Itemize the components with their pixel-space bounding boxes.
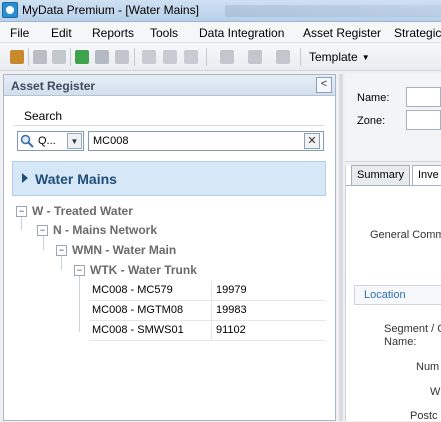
result-value: 19979 <box>216 284 247 296</box>
details-tab-area: Summary Inve General Comme Location Segm… <box>345 165 441 422</box>
asset-wizard-icon[interactable] <box>10 50 24 64</box>
database-icon[interactable] <box>220 50 234 64</box>
postcode-label: Postc <box>410 410 438 422</box>
result-value: 91102 <box>216 324 246 336</box>
delete-icon[interactable] <box>115 50 129 64</box>
column-divider <box>211 321 212 341</box>
menu-edit[interactable]: Edit <box>51 26 72 40</box>
details-header-form: Name: Zone: <box>345 74 441 162</box>
search-label: Search <box>24 109 63 123</box>
result-id: MC008 - MGTM08 <box>92 304 184 316</box>
segment-label: Segment / G <box>384 323 441 335</box>
window-title: MyData Premium - [Water Mains] <box>22 3 199 17</box>
collapse-toggle-icon[interactable]: − <box>74 265 85 276</box>
search-input[interactable] <box>88 131 324 151</box>
location-section-label: Location <box>364 289 406 301</box>
link-icon[interactable] <box>142 50 156 64</box>
result-row[interactable]: MC008 - SMWS01 91102 <box>89 321 326 341</box>
search-type-value: Q... <box>38 135 56 147</box>
menu-reports[interactable]: Reports <box>92 26 134 40</box>
new-record-icon[interactable] <box>75 50 89 64</box>
tab-underline <box>346 185 441 186</box>
panel-splitter[interactable] <box>339 74 343 421</box>
menu-data-integration[interactable]: Data Integration <box>199 26 284 40</box>
blurred-title-area <box>225 5 441 17</box>
zone-label: Zone: <box>357 115 386 127</box>
asset-register-panel: Asset Register < Search Q... ▼ ✕ Water M… <box>3 74 336 421</box>
dropdown-arrow-icon: ▼ <box>361 53 370 62</box>
collapse-panel-button[interactable]: < <box>316 77 332 93</box>
name-label: Name: <box>357 92 390 104</box>
column-divider <box>211 301 212 321</box>
split-icon[interactable] <box>184 50 198 64</box>
toolbar-separator <box>134 48 135 66</box>
category-title: Water Mains <box>35 171 117 187</box>
general-comments-label: General Comme <box>370 229 441 241</box>
search-divider <box>14 125 324 126</box>
expand-arrow-icon <box>22 173 28 183</box>
tree-node-label: WMN - Water Main <box>72 243 177 257</box>
category-header-water-mains[interactable]: Water Mains <box>12 161 326 196</box>
title-bar: MyData Premium - [Water Mains] <box>0 0 441 22</box>
asset-register-header: Asset Register < <box>4 75 335 96</box>
template-dropdown[interactable]: Template ▼ <box>309 50 370 64</box>
menu-file[interactable]: File <box>10 26 29 40</box>
result-value: 19983 <box>216 304 247 316</box>
tree-node-label: W - Treated Water <box>32 204 133 218</box>
print-icon[interactable] <box>33 50 47 64</box>
column-divider <box>211 281 212 301</box>
w-label: W <box>430 386 441 398</box>
zone-field[interactable] <box>406 110 441 130</box>
tree-node-label: WTK - Water Trunk <box>90 263 197 277</box>
tree-connector <box>79 272 80 332</box>
panel-title: Asset Register <box>11 79 96 93</box>
menu-asset-register[interactable]: Asset Register <box>303 26 381 40</box>
toolbar: Template ▼ <box>0 43 441 71</box>
menu-bar: File Edit Reports Tools Data Integration… <box>0 22 441 43</box>
result-id: MC008 - MC579 <box>92 284 173 296</box>
stamp-icon[interactable] <box>248 50 262 64</box>
result-row[interactable]: MC008 - MGTM08 19983 <box>89 301 326 321</box>
toolbar-separator <box>206 48 207 66</box>
menu-strategic[interactable]: Strategic <box>394 26 441 40</box>
tree-node-label: N - Mains Network <box>53 223 158 237</box>
location-section-header[interactable]: Location <box>354 285 441 305</box>
tab-inventory[interactable]: Inve <box>412 165 441 186</box>
collapse-toggle-icon[interactable]: − <box>16 206 27 217</box>
result-row[interactable]: MC008 - MC579 19979 <box>89 281 326 301</box>
app-logo-icon <box>2 2 18 18</box>
result-id: MC008 - SMWS01 <box>92 324 184 336</box>
toolbar-separator <box>28 48 29 66</box>
search-icon <box>20 134 34 148</box>
search-type-select[interactable]: Q... ▼ <box>17 131 84 151</box>
toolbar-separator <box>300 48 301 66</box>
collapse-toggle-icon[interactable]: − <box>37 225 48 236</box>
save-icon[interactable] <box>95 50 109 64</box>
chevron-down-icon[interactable]: ▼ <box>67 133 82 149</box>
tab-summary[interactable]: Summary <box>351 165 411 185</box>
refresh-icon[interactable] <box>52 50 66 64</box>
collapse-toggle-icon[interactable]: − <box>56 245 67 256</box>
name-field[interactable] <box>406 87 441 107</box>
toolbar-separator <box>70 48 71 66</box>
move-icon[interactable] <box>163 50 177 64</box>
menu-tools[interactable]: Tools <box>150 26 178 40</box>
number-label: Num <box>416 361 440 373</box>
clear-search-button[interactable]: ✕ <box>304 133 320 149</box>
template-label: Template <box>309 50 358 64</box>
chart-icon[interactable] <box>276 50 290 64</box>
segment-name-label: Name: <box>384 336 417 348</box>
